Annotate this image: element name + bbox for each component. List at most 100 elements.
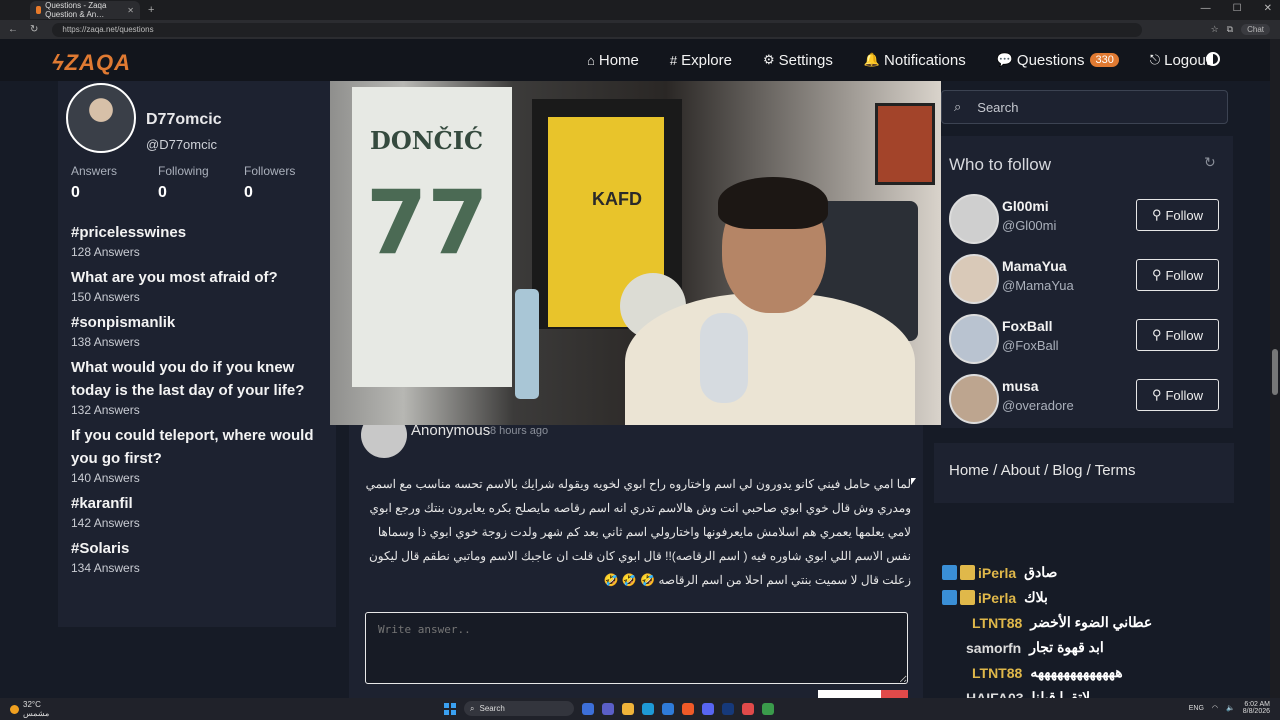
avatar[interactable] (949, 314, 999, 364)
steam-icon[interactable] (722, 702, 734, 715)
refresh-icon[interactable]: ↻ (1204, 154, 1216, 171)
follow-button[interactable]: ⚲ Follow (1136, 259, 1219, 291)
nav-label: Explore (681, 51, 732, 69)
weather-temp: 32°C (23, 700, 41, 709)
question-title[interactable]: #sonpismanlik (71, 311, 336, 334)
hashtag-icon: # (669, 52, 678, 68)
search-box[interactable]: ⌕ Search (941, 90, 1228, 124)
chat-text: صادق (1024, 564, 1058, 580)
file-explorer-icon[interactable] (622, 702, 634, 715)
taskbar-search[interactable]: ⌕ Search (464, 701, 574, 716)
chat-username: LTNT88 (972, 614, 1023, 631)
water-bottle (515, 289, 539, 399)
mouse-cursor-icon (911, 478, 916, 485)
reload-icon[interactable]: ↻ (30, 24, 38, 35)
app-icon-2[interactable] (742, 702, 754, 715)
volume-icon[interactable]: 🔈 (1226, 704, 1235, 712)
chat-message: samorfn ابد قهوة تجار (940, 635, 1240, 660)
user-name[interactable]: musa (1002, 378, 1039, 394)
weather-widget[interactable]: 32°C مشمس (0, 700, 49, 718)
site-logo[interactable]: ϟZAQA (52, 50, 131, 76)
nav-home[interactable]: ⌂ Home (587, 52, 639, 69)
lang-indicator[interactable]: ENG (1189, 705, 1204, 712)
avatar[interactable] (66, 83, 136, 153)
avatar[interactable] (949, 194, 999, 244)
extensions-icon[interactable]: ⧉ (1227, 24, 1233, 35)
brave-icon[interactable] (682, 702, 694, 715)
nav-label: Notifications (884, 51, 966, 69)
user-name[interactable]: Gl00mi (1002, 198, 1049, 214)
store-icon[interactable] (662, 702, 674, 715)
logout-icon: ⎋ (1149, 52, 1161, 67)
back-icon[interactable]: ← (8, 24, 18, 35)
nav-logout[interactable]: ⎋ Logout (1150, 52, 1210, 69)
app-icon-3[interactable] (762, 702, 774, 715)
footer-link-terms[interactable]: Terms (1095, 462, 1136, 479)
question-title[interactable]: If you could teleport, where would you g… (71, 424, 336, 470)
user-plus-icon: ⚲ (1151, 327, 1162, 342)
avatar[interactable] (949, 374, 999, 424)
list-item[interactable]: #Solaris 134 Answers (71, 537, 336, 576)
answer-count: 150 Answers (71, 290, 140, 304)
user-handle: @overadore (1002, 398, 1074, 413)
chat-text: ابد قهوة تجار (1029, 639, 1104, 655)
profile-name[interactable]: D77omcic (146, 111, 222, 129)
user-name[interactable]: FoxBall (1002, 318, 1053, 334)
footer-link-home[interactable]: Home (949, 462, 989, 479)
main-nav: ⌂ Home # Explore ⚙ Settings 🔔 Notifications 💬 Que… (587, 39, 1241, 81)
question-title[interactable]: #karanfil (71, 492, 336, 515)
list-item[interactable]: What are you most afraid of? 150 Answers (71, 266, 336, 305)
close-window-icon[interactable]: ✕ (1264, 3, 1272, 14)
list-item[interactable]: #pricelesswines 128 Answers (71, 221, 336, 260)
wifi-icon[interactable]: ◠ (1212, 704, 1218, 712)
nav-notifications[interactable]: 🔔 Notifications (864, 52, 966, 69)
clock-time: 6:02 AM (1244, 701, 1270, 708)
list-item[interactable]: What would you do if you knew today is t… (71, 356, 336, 418)
question-title[interactable]: #Solaris (71, 537, 336, 560)
os-taskbar: 32°C مشمس ⌕ Search ENG ◠ 🔈 6:02 AM 8/8/2… (0, 698, 1280, 720)
follow-label: Follow (1165, 207, 1204, 223)
gear-icon: ⚙ (762, 52, 775, 67)
submit-answer-button[interactable] (818, 690, 908, 698)
list-item[interactable]: #karanfil 142 Answers (71, 492, 336, 531)
list-item[interactable]: #sonpismanlik 138 Answers (71, 311, 336, 350)
question-title[interactable]: What are you most afraid of? (71, 266, 336, 289)
nav-settings[interactable]: ⚙ Settings (763, 52, 833, 69)
follow-suggestion: FoxBall @FoxBall ⚲ Follow (949, 314, 1229, 366)
follow-button[interactable]: ⚲ Follow (1136, 199, 1219, 231)
follow-button[interactable]: ⚲ Follow (1136, 319, 1219, 351)
question-title[interactable]: #pricelesswines (71, 221, 336, 244)
nav-questions[interactable]: 💬 Questions 330 (997, 52, 1119, 69)
scrollbar-thumb[interactable] (1272, 349, 1278, 395)
question-title[interactable]: What would you do if you knew today is t… (71, 356, 336, 402)
list-item[interactable]: If you could teleport, where would you g… (71, 424, 336, 486)
app-icon-1[interactable] (582, 702, 594, 715)
discord-icon[interactable] (702, 702, 714, 715)
answer-input[interactable] (365, 612, 908, 684)
windows-start-icon[interactable] (444, 702, 456, 715)
nav-label: Settings (778, 51, 833, 69)
search-placeholder: Search (977, 99, 1019, 115)
teams-icon[interactable] (602, 702, 614, 715)
chat-button[interactable]: Chat (1241, 24, 1270, 35)
page-scrollbar[interactable] (1270, 39, 1280, 698)
clock[interactable]: 6:02 AM 8/8/2026 (1243, 701, 1270, 715)
avatar[interactable] (949, 254, 999, 304)
maximize-icon[interactable]: ☐ (1233, 3, 1242, 14)
minimize-icon[interactable]: — (1201, 3, 1211, 14)
theme-toggle-icon[interactable] (1206, 52, 1220, 66)
close-tab-icon[interactable]: ✕ (127, 6, 134, 15)
star-icon[interactable]: ☆ (1211, 24, 1219, 35)
nav-explore[interactable]: # Explore (670, 52, 732, 69)
new-tab-icon[interactable]: + (148, 4, 154, 16)
footer-link-about[interactable]: About (1001, 462, 1040, 479)
url-field[interactable]: https://zaqa.net/questions (52, 22, 1143, 37)
logo-text: ZAQA (64, 50, 131, 75)
follow-button[interactable]: ⚲ Follow (1136, 379, 1219, 411)
browser-tab[interactable]: Questions - Zaqa Question & An… ✕ (30, 1, 140, 19)
stream-chat-overlay: iPerla صادق iPerla بلاك LTNT88 عطاني الضوء ال… (940, 560, 1240, 706)
bell-icon: 🔔 (863, 52, 881, 67)
footer-link-blog[interactable]: Blog (1052, 462, 1082, 479)
user-name[interactable]: MamaYua (1002, 258, 1067, 274)
edge-icon[interactable] (642, 702, 654, 715)
